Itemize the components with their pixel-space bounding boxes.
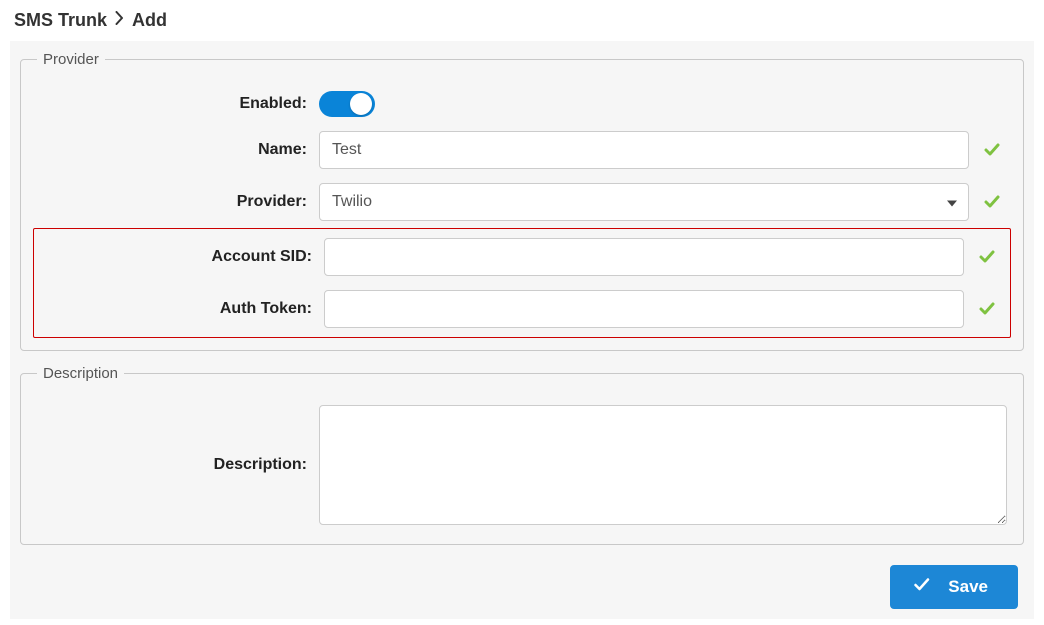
check-icon bbox=[972, 301, 1002, 317]
provider-legend: Provider bbox=[37, 51, 105, 68]
provider-select[interactable]: Twilio bbox=[319, 183, 969, 221]
check-icon bbox=[914, 577, 930, 597]
toggle-knob bbox=[350, 93, 372, 115]
auth-token-input[interactable] bbox=[324, 290, 964, 328]
name-input[interactable] bbox=[319, 131, 969, 169]
description-label: Description: bbox=[37, 456, 319, 474]
check-icon bbox=[977, 142, 1007, 158]
name-label: Name: bbox=[37, 141, 319, 159]
breadcrumb: SMS Trunk Add bbox=[10, 6, 1034, 41]
enabled-label: Enabled: bbox=[37, 95, 319, 113]
save-button-label: Save bbox=[948, 577, 988, 597]
breadcrumb-root[interactable]: SMS Trunk bbox=[14, 10, 107, 31]
description-textarea[interactable] bbox=[319, 405, 1007, 525]
credentials-highlight-box: Account SID: Auth Token: bbox=[33, 228, 1011, 338]
check-icon bbox=[977, 194, 1007, 210]
account-sid-input[interactable] bbox=[324, 238, 964, 276]
chevron-right-icon bbox=[115, 11, 124, 30]
check-icon bbox=[972, 249, 1002, 265]
account-sid-label: Account SID: bbox=[42, 248, 324, 266]
provider-section: Provider Enabled: Name: bbox=[20, 51, 1024, 351]
save-button[interactable]: Save bbox=[890, 565, 1018, 609]
description-section: Description Description: bbox=[20, 365, 1024, 545]
description-legend: Description bbox=[37, 365, 124, 382]
auth-token-label: Auth Token: bbox=[42, 300, 324, 318]
provider-label: Provider: bbox=[37, 193, 319, 211]
enabled-toggle[interactable] bbox=[319, 91, 375, 117]
breadcrumb-current: Add bbox=[132, 10, 167, 31]
